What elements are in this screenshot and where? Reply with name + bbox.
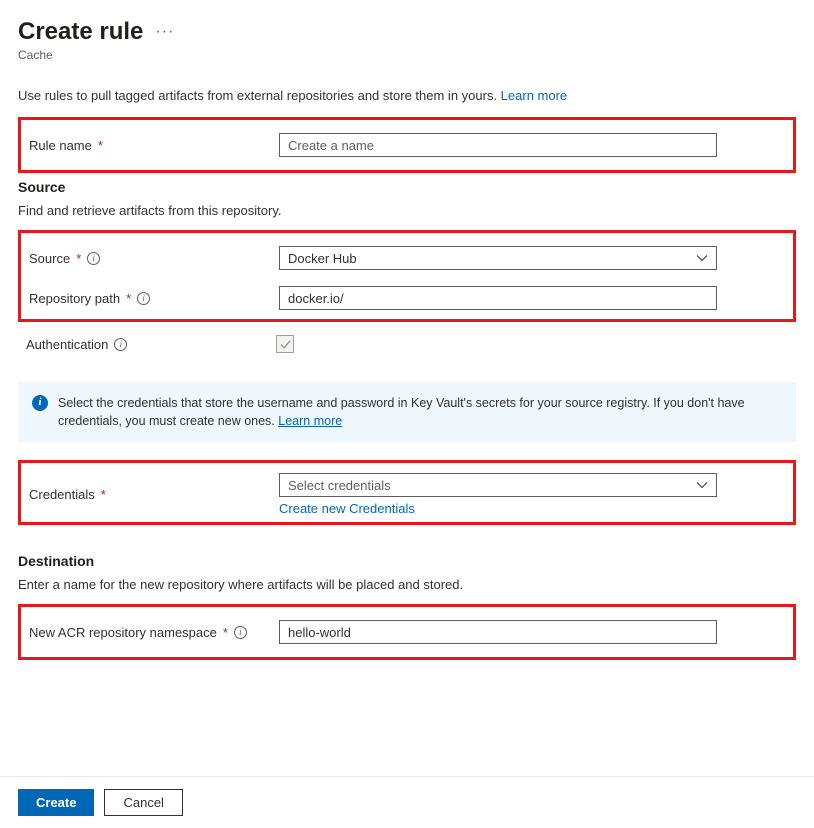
- authentication-label-text: Authentication: [26, 337, 108, 352]
- info-icon[interactable]: i: [234, 626, 247, 639]
- namespace-label: New ACR repository namespace * i: [29, 625, 279, 640]
- credentials-section: Credentials * Select credentials Create …: [18, 460, 796, 525]
- rule-name-section: Rule name *: [18, 117, 796, 173]
- required-indicator: *: [223, 625, 228, 640]
- credentials-label-text: Credentials: [29, 487, 95, 502]
- info-icon[interactable]: i: [114, 338, 127, 351]
- page-subtitle: Cache: [18, 48, 796, 62]
- info-icon[interactable]: i: [87, 252, 100, 265]
- source-label-text: Source: [29, 251, 70, 266]
- intro-text-content: Use rules to pull tagged artifacts from …: [18, 88, 501, 103]
- source-description: Find and retrieve artifacts from this re…: [18, 203, 796, 218]
- source-heading: Source: [18, 179, 796, 195]
- cancel-button[interactable]: Cancel: [104, 789, 182, 816]
- destination-description: Enter a name for the new repository wher…: [18, 577, 796, 592]
- banner-text: Select the credentials that store the us…: [58, 396, 745, 428]
- source-select[interactable]: Docker Hub: [279, 246, 717, 270]
- authentication-checkbox[interactable]: [276, 335, 294, 353]
- source-select-value: Docker Hub: [288, 251, 357, 266]
- repo-path-label-text: Repository path: [29, 291, 120, 306]
- credentials-select[interactable]: Select credentials: [279, 473, 717, 497]
- namespace-input[interactable]: [279, 620, 717, 644]
- footer-bar: Create Cancel: [0, 776, 814, 828]
- required-indicator: *: [101, 487, 106, 502]
- intro-text: Use rules to pull tagged artifacts from …: [18, 88, 796, 103]
- intro-learn-more-link[interactable]: Learn more: [501, 88, 567, 103]
- required-indicator: *: [98, 138, 103, 153]
- page-title: Create rule: [18, 18, 143, 46]
- create-new-credentials-link[interactable]: Create new Credentials: [279, 501, 415, 516]
- rule-name-label: Rule name *: [29, 138, 279, 153]
- authentication-label: Authentication i: [26, 337, 276, 352]
- namespace-label-text: New ACR repository namespace: [29, 625, 217, 640]
- rule-name-input[interactable]: [279, 133, 717, 157]
- rule-name-label-text: Rule name: [29, 138, 92, 153]
- source-label: Source * i: [29, 251, 279, 266]
- repo-path-input[interactable]: [279, 286, 717, 310]
- required-indicator: *: [126, 291, 131, 306]
- chevron-down-icon: [696, 252, 708, 264]
- create-button[interactable]: Create: [18, 789, 94, 816]
- info-icon: i: [32, 395, 48, 411]
- required-indicator: *: [76, 251, 81, 266]
- credentials-label: Credentials *: [29, 487, 279, 502]
- info-icon[interactable]: i: [137, 292, 150, 305]
- credentials-select-placeholder: Select credentials: [288, 478, 391, 493]
- chevron-down-icon: [696, 479, 708, 491]
- destination-heading: Destination: [18, 553, 796, 569]
- more-actions-button[interactable]: ···: [155, 23, 174, 41]
- destination-section: New ACR repository namespace * i: [18, 604, 796, 660]
- source-section: Source * i Docker Hub Repository path * …: [18, 230, 796, 322]
- banner-learn-more-link[interactable]: Learn more: [278, 414, 342, 428]
- repo-path-label: Repository path * i: [29, 291, 279, 306]
- credentials-info-banner: i Select the credentials that store the …: [18, 382, 796, 442]
